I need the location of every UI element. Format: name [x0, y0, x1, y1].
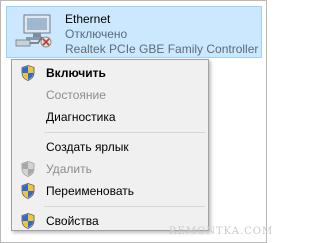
menu-item-rename[interactable]: Переименовать [14, 180, 206, 202]
menu-item-label: Переименовать [46, 184, 134, 198]
uac-shield-icon [21, 65, 35, 81]
network-adapter-icon [15, 14, 52, 48]
menu-item-diagnostics[interactable]: Диагностика [14, 106, 206, 128]
menu-item-label: Создать ярлык [46, 140, 129, 154]
adapter-device: Realtek PCIe GBE Family Controller [65, 42, 259, 56]
menu-item-create-shortcut[interactable]: Создать ярлык [14, 136, 206, 158]
uac-shield-icon [21, 213, 35, 229]
menu-separator [44, 132, 205, 133]
menu-item-label: Диагностика [46, 110, 116, 124]
uac-shield-icon [21, 161, 35, 177]
adapter-status: Отключено [65, 27, 128, 41]
menu-item-label: Удалить [46, 162, 92, 176]
watermark: REMONTKA.COM [169, 226, 274, 237]
adapter-name: Ethernet [65, 12, 111, 26]
window-frame: Ethernet Отключено Realtek PCIe GBE Fami… [0, 0, 272, 243]
menu-item-label: Включить [46, 66, 106, 80]
menu-separator [44, 206, 205, 207]
uac-shield-icon [21, 183, 35, 199]
menu-item-label: Свойства [46, 214, 99, 228]
menu-item-delete[interactable]: Удалить [14, 158, 206, 180]
context-menu: Включить Состояние Диагностика Создать я… [11, 59, 209, 231]
menu-item-label: Состояние [46, 88, 106, 102]
menu-item-status[interactable]: Состояние [14, 84, 206, 106]
menu-item-enable[interactable]: Включить [14, 62, 206, 84]
network-adapter-ethernet[interactable]: Ethernet Отключено Realtek PCIe GBE Fami… [6, 6, 262, 58]
